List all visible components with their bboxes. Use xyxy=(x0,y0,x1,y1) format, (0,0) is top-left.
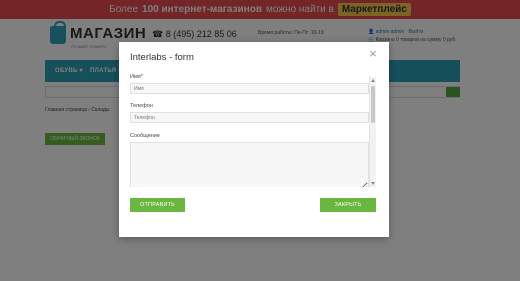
scrollbar-thumb[interactable] xyxy=(371,86,375,123)
close-icon[interactable]: × xyxy=(367,47,379,60)
form-modal: × Interlabs - form Имя* Телефон Сообщени… xyxy=(119,42,389,237)
modal-title: Interlabs - form xyxy=(130,52,194,63)
message-field[interactable] xyxy=(130,142,369,187)
scroll-down-icon[interactable] xyxy=(371,182,375,185)
message-label: Сообщение xyxy=(130,133,160,139)
modal-body: Имя* Телефон Сообщение xyxy=(130,71,377,187)
modal-scrollbar[interactable] xyxy=(369,77,376,187)
close-button[interactable]: ЗАКРЫТЬ xyxy=(320,198,376,212)
name-label: Имя* xyxy=(130,74,143,80)
scroll-up-icon[interactable] xyxy=(371,79,375,82)
phone-field[interactable] xyxy=(130,112,369,123)
name-field[interactable] xyxy=(130,83,369,94)
phone-label: Телефон xyxy=(130,103,153,109)
send-button[interactable]: ОТПРАВИТЬ xyxy=(130,198,185,212)
